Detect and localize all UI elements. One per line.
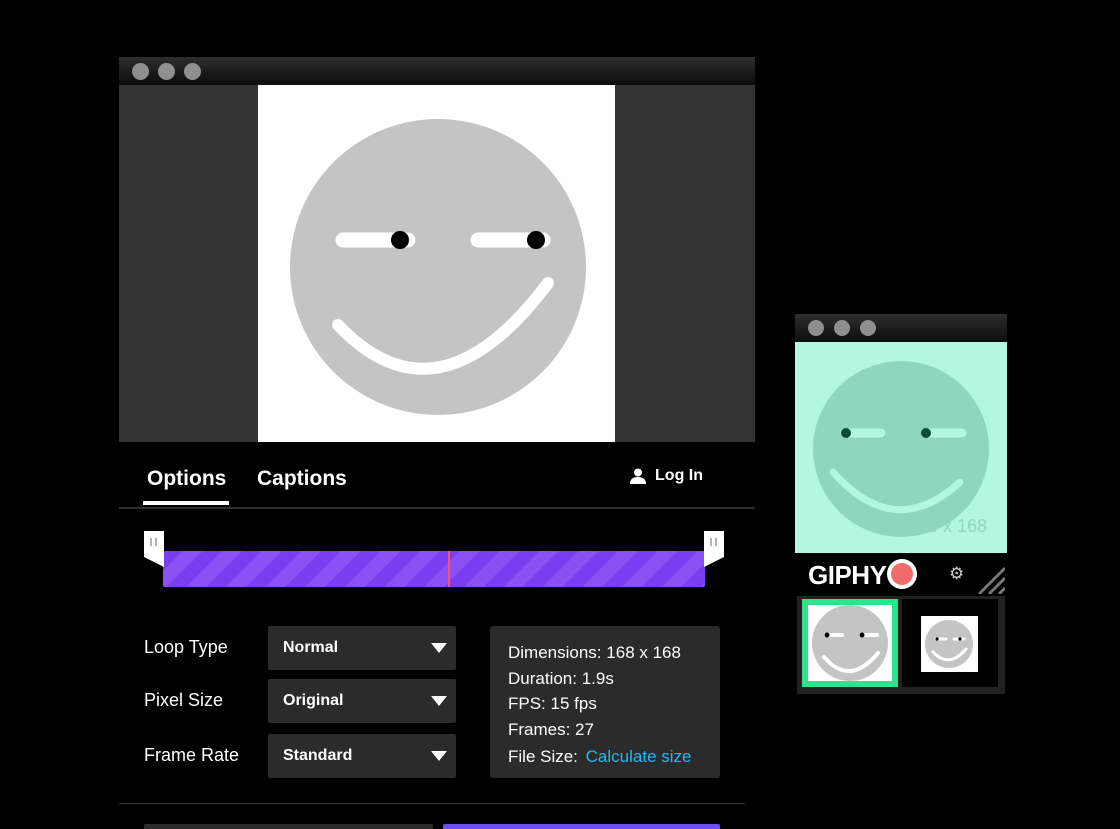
trim-end-handle[interactable] [704,531,724,567]
capture-size-label: 168 x 168 [907,516,987,536]
capture-titlebar[interactable] [795,314,1007,342]
info-frames: Frames: 27 [508,719,594,739]
capture-toolbar: GIPHY ⚙ [795,553,1007,596]
resize-handle-icon[interactable] [975,564,1005,594]
window-minimize-button[interactable] [158,63,175,80]
frame-thumbnail[interactable] [902,599,998,687]
calculate-size-link[interactable]: Calculate size [586,747,692,766]
pixel-size-label: Pixel Size [144,690,224,710]
editor-tabs: Options Captions Log In [119,442,755,509]
pixel-size-select[interactable]: Original [268,679,456,723]
trim-timeline-bar[interactable] [163,551,705,587]
frame-thumbnail-strip [797,596,1005,694]
secondary-action-button[interactable] [144,824,433,829]
frame-rate-select[interactable]: Standard [268,734,456,778]
file-size-label: File Size: [508,747,578,766]
capture-window: 168 x 168 GIPHY ⚙ [795,314,1007,694]
dimensions-label: Dimensions: [508,643,602,662]
window-zoom-button[interactable] [860,320,876,336]
gif-preview-area [119,85,755,442]
info-duration: Duration: 1.9s [508,668,614,688]
primary-action-button[interactable] [443,824,720,829]
record-button[interactable] [887,559,917,589]
gif-preview-canvas [258,85,615,442]
smiley-face-image [290,119,586,415]
editor-window: Options Captions Log In Loop Type Normal… [119,57,755,829]
info-fps: FPS: 15 fps [508,694,597,713]
loop-type-select[interactable]: Normal [268,626,456,670]
login-button[interactable]: Log In [630,467,703,485]
editor-titlebar[interactable] [119,57,755,85]
window-zoom-button[interactable] [184,63,201,80]
pixel-size-value: Original [283,692,344,709]
giphy-logo: GIPHY [808,560,887,590]
loop-type-label: Loop Type [144,637,228,657]
active-tab-indicator [143,501,229,505]
user-icon [630,468,647,484]
tab-options[interactable]: Options [147,467,226,491]
dimensions-value: 168 x 168 [606,643,681,662]
trim-start-handle[interactable] [144,531,164,567]
chevron-down-icon [431,696,447,706]
frame-thumbnail-image [808,605,892,681]
frame-rate-value: Standard [283,747,353,764]
window-minimize-button[interactable] [834,320,850,336]
frame-rate-label: Frame Rate [144,745,240,765]
login-label: Log In [655,467,703,484]
frame-thumbnail-selected[interactable] [802,599,898,687]
window-close-button[interactable] [132,63,149,80]
gif-info-panel: Dimensions: 168 x 168 Duration: 1.9s FPS… [490,626,720,778]
tab-captions[interactable]: Captions [257,467,347,491]
frame-thumbnail-image [921,616,978,672]
chevron-down-icon [431,751,447,761]
loop-type-value: Normal [283,639,339,656]
gear-icon[interactable]: ⚙ [949,564,964,584]
capture-area[interactable]: 168 x 168 [795,342,1007,553]
playhead-marker[interactable] [448,551,450,587]
info-file-size: File Size: Calculate size [508,744,720,770]
section-divider [119,803,745,804]
window-close-button[interactable] [808,320,824,336]
chevron-down-icon [431,643,447,653]
info-dimensions: Dimensions: 168 x 168 [508,640,720,666]
